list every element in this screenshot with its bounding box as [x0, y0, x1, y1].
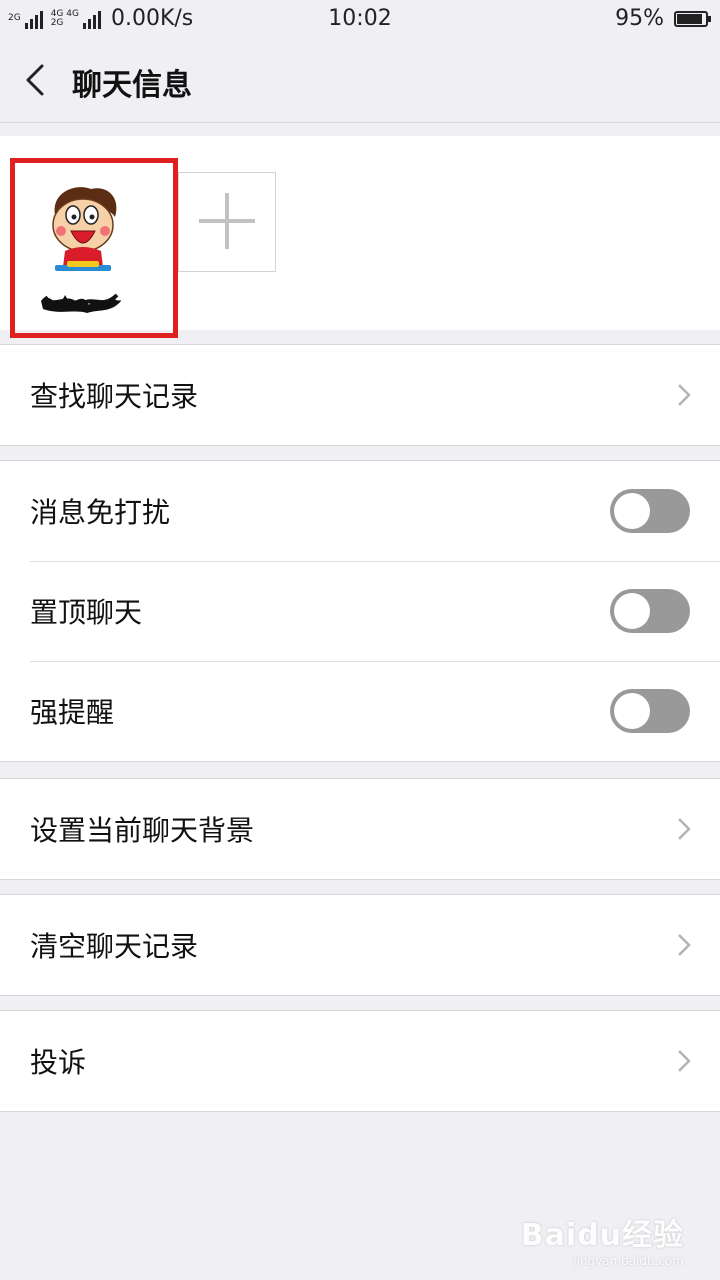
mute-toggle[interactable] — [610, 489, 690, 533]
chat-background-label: 设置当前聊天背景 — [30, 814, 255, 847]
chevron-right-icon — [678, 1050, 691, 1072]
toggle-knob — [614, 693, 650, 729]
report-group: 投诉 — [0, 1010, 720, 1112]
mute-label: 消息免打扰 — [30, 496, 171, 529]
chat-background-row[interactable]: 设置当前聊天背景 — [0, 779, 720, 879]
watermark: Baidu经验 jingyan.baidu.com — [521, 1210, 684, 1268]
plus-icon — [199, 193, 255, 249]
watermark-brand: Baidu经验 — [520, 1218, 684, 1253]
chevron-right-icon — [678, 934, 691, 956]
alert-toggle[interactable] — [610, 689, 690, 733]
clear-group: 清空聊天记录 — [0, 894, 720, 996]
clear-history-row[interactable]: 清空聊天记录 — [0, 895, 720, 995]
battery-icon — [674, 10, 711, 27]
watermark-url: jingyan.baidu.com — [573, 1254, 684, 1268]
report-row[interactable]: 投诉 — [0, 1011, 720, 1111]
report-label: 投诉 — [30, 1046, 87, 1079]
clear-history-label: 清空聊天记录 — [30, 930, 199, 963]
search-group: 查找聊天记录 — [0, 344, 720, 446]
toggle-knob — [614, 493, 650, 529]
member-item[interactable] — [10, 158, 178, 338]
battery-percent: 95% — [615, 6, 664, 31]
clock: 10:02 — [328, 6, 392, 31]
pin-row: 置顶聊天 — [0, 561, 720, 661]
status-bar: 2G 4G 4G 2G 0.00K/s 10:02 95% — [0, 0, 720, 38]
back-arrow-icon[interactable] — [22, 62, 50, 98]
toggle-knob — [614, 593, 650, 629]
page-title: 聊天信息 — [72, 68, 192, 103]
pin-label: 置顶聊天 — [30, 596, 143, 629]
chevron-right-icon — [678, 384, 691, 406]
search-history-row[interactable]: 查找聊天记录 — [0, 345, 720, 445]
battery-fill — [677, 13, 702, 24]
add-member-button[interactable] — [178, 172, 276, 272]
title-bar: 聊天信息 — [0, 38, 720, 123]
avatar[interactable] — [37, 181, 129, 273]
nickname-redacted — [41, 293, 121, 313]
background-group: 设置当前聊天背景 — [0, 778, 720, 880]
battery-status: 95% — [615, 6, 711, 31]
alert-row: 强提醒 — [0, 661, 720, 761]
chevron-right-icon — [678, 818, 691, 840]
search-history-label: 查找聊天记录 — [30, 380, 199, 413]
mute-row: 消息免打扰 — [0, 461, 720, 561]
alert-label: 强提醒 — [30, 696, 115, 729]
toggle-group: 消息免打扰 置顶聊天 强提醒 — [0, 460, 720, 762]
pin-toggle[interactable] — [610, 589, 690, 633]
chat-members — [0, 136, 720, 338]
